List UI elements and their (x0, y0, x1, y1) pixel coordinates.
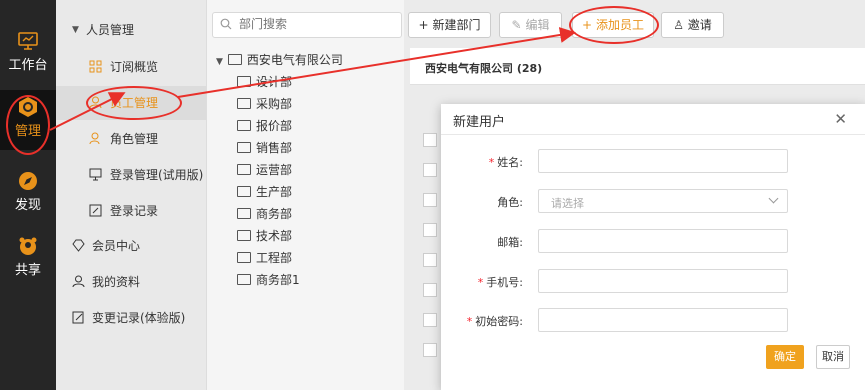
annotation-arrows (49, 27, 576, 131)
arrow-manage-to-employees (49, 92, 126, 131)
arrow-employees-to-add (177, 27, 576, 98)
